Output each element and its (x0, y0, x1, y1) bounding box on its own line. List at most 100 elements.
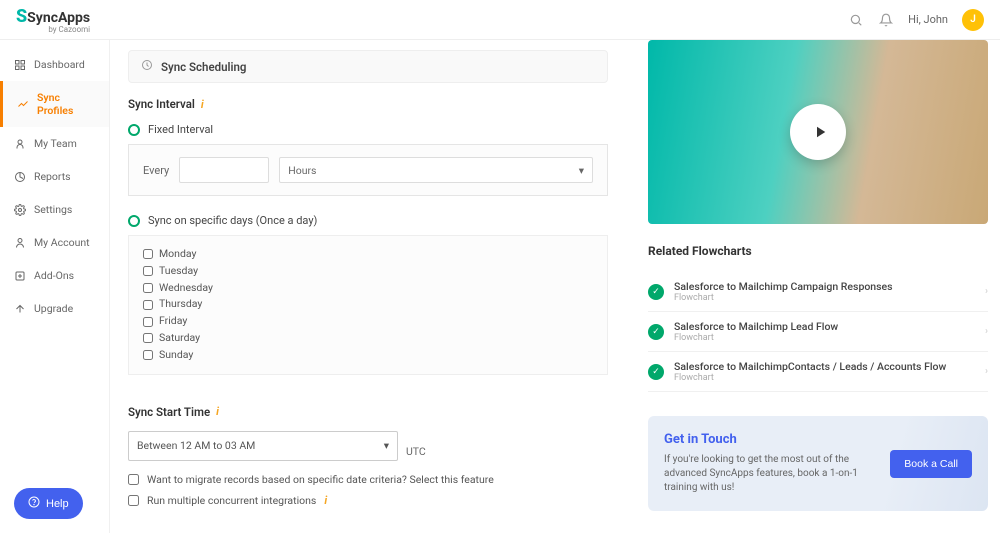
flowchart-sub: Flowchart (674, 333, 975, 343)
touch-body: If you're looking to get the most out of… (664, 453, 878, 495)
info-icon[interactable]: i (216, 405, 219, 418)
search-icon[interactable] (848, 12, 864, 28)
radio-circle-icon (128, 124, 140, 136)
logo-text: SyncApps (27, 10, 90, 26)
radio-label: Sync on specific days (Once a day) (148, 214, 317, 227)
sidebar: Dashboard Sync Profiles My Team Reports … (0, 40, 110, 533)
sidebar-item-label: Upgrade (34, 302, 73, 315)
bell-icon[interactable] (878, 12, 894, 28)
check-icon: ✓ (648, 324, 664, 340)
sidebar-item-dashboard[interactable]: Dashboard (0, 48, 109, 81)
day-row-sunday[interactable]: Sunday (143, 347, 593, 364)
info-icon[interactable]: i (201, 98, 204, 111)
start-time-select[interactable]: Between 12 AM to 03 AM ▾ (128, 431, 398, 461)
clock-icon (141, 59, 153, 74)
help-button[interactable]: Help (14, 488, 83, 519)
help-label: Help (46, 498, 69, 510)
day-label: Saturday (159, 330, 200, 347)
day-checkbox[interactable] (143, 333, 153, 343)
utc-label: UTC (406, 445, 426, 458)
day-checkbox[interactable] (143, 350, 153, 360)
sidebar-item-label: Dashboard (34, 58, 85, 71)
dashboard-icon (14, 59, 26, 71)
sidebar-item-label: Add-Ons (34, 269, 74, 282)
migrate-checkbox-row[interactable]: Want to migrate records based on specifi… (128, 473, 608, 486)
info-icon[interactable]: i (324, 494, 327, 507)
day-row-thursday[interactable]: Thursday (143, 296, 593, 313)
settings-icon (14, 204, 26, 216)
sidebar-item-my-account[interactable]: My Account (0, 226, 109, 259)
day-label: Monday (159, 246, 196, 263)
greeting: Hi, John (908, 13, 948, 26)
flowchart-title: Salesforce to Mailchimp Lead Flow (674, 320, 975, 333)
reports-icon (14, 171, 26, 183)
days-box: Monday Tuesday Wednesday Thursday Friday… (128, 235, 608, 375)
sidebar-item-label: My Account (34, 236, 90, 249)
day-label: Sunday (159, 347, 193, 364)
radio-circle-icon (128, 215, 140, 227)
unit-select[interactable]: Hours ▾ (279, 157, 593, 183)
get-in-touch-card: Get in Touch If you're looking to get th… (648, 416, 988, 511)
day-row-monday[interactable]: Monday (143, 246, 593, 263)
sync-start-time-label: Sync Start Time (128, 405, 210, 419)
day-label: Wednesday (159, 280, 213, 297)
flowchart-item[interactable]: ✓ Salesforce to Mailchimp Lead Flow Flow… (648, 312, 988, 352)
sidebar-item-add-ons[interactable]: Add-Ons (0, 259, 109, 292)
day-label: Friday (159, 313, 187, 330)
chevron-down-icon: ▾ (579, 164, 584, 177)
sync-icon (17, 98, 29, 110)
day-label: Tuesday (159, 263, 198, 280)
sidebar-item-my-team[interactable]: My Team (0, 127, 109, 160)
related-flowcharts-title: Related Flowcharts (648, 244, 988, 258)
radio-label: Fixed Interval (148, 123, 213, 136)
sidebar-item-label: Settings (34, 203, 72, 216)
check-icon: ✓ (648, 364, 664, 380)
day-row-wednesday[interactable]: Wednesday (143, 280, 593, 297)
addons-icon (14, 270, 26, 282)
day-checkbox[interactable] (143, 300, 153, 310)
radio-specific-days[interactable]: Sync on specific days (Once a day) (128, 214, 608, 227)
sidebar-item-sync-profiles[interactable]: Sync Profiles (0, 81, 109, 127)
play-button[interactable] (790, 104, 846, 160)
concurrent-checkbox[interactable] (128, 495, 139, 506)
day-checkbox[interactable] (143, 317, 153, 327)
day-checkbox[interactable] (143, 249, 153, 259)
chevron-right-icon: › (985, 286, 988, 297)
sidebar-item-settings[interactable]: Settings (0, 193, 109, 226)
sidebar-item-label: Sync Profiles (37, 91, 95, 117)
touch-title: Get in Touch (664, 432, 878, 447)
section-header-sync-scheduling: Sync Scheduling (128, 50, 608, 83)
radio-fixed-interval[interactable]: Fixed Interval (128, 123, 608, 136)
sync-interval-label: Sync Interval (128, 97, 195, 111)
day-row-friday[interactable]: Friday (143, 313, 593, 330)
flowchart-item[interactable]: ✓ Salesforce to MailchimpContacts / Lead… (648, 352, 988, 392)
video-card[interactable] (648, 40, 988, 224)
flowchart-title: Salesforce to MailchimpContacts / Leads … (674, 360, 975, 373)
flowchart-title: Salesforce to Mailchimp Campaign Respons… (674, 280, 975, 293)
sidebar-item-label: My Team (34, 137, 77, 150)
concurrent-label: Run multiple concurrent integrations (147, 494, 316, 507)
chevron-right-icon: › (985, 326, 988, 337)
every-input[interactable] (179, 157, 269, 183)
sidebar-item-label: Reports (34, 170, 71, 183)
header: SSyncApps by Cazoomi Hi, John J (0, 0, 1000, 40)
day-row-saturday[interactable]: Saturday (143, 330, 593, 347)
interval-box: Every Hours ▾ (128, 144, 608, 196)
day-checkbox[interactable] (143, 283, 153, 293)
sidebar-item-upgrade[interactable]: Upgrade (0, 292, 109, 325)
day-checkbox[interactable] (143, 266, 153, 276)
every-label: Every (143, 164, 169, 177)
upgrade-icon (14, 303, 26, 315)
concurrent-checkbox-row[interactable]: Run multiple concurrent integrations i (128, 494, 608, 507)
sidebar-item-reports[interactable]: Reports (0, 160, 109, 193)
chevron-right-icon: › (985, 366, 988, 377)
flowchart-sub: Flowchart (674, 293, 975, 303)
day-row-tuesday[interactable]: Tuesday (143, 263, 593, 280)
avatar[interactable]: J (962, 9, 984, 31)
book-a-call-button[interactable]: Book a Call (890, 450, 972, 478)
flowchart-item[interactable]: ✓ Salesforce to Mailchimp Campaign Respo… (648, 272, 988, 312)
account-icon (14, 237, 26, 249)
check-icon: ✓ (648, 284, 664, 300)
migrate-checkbox[interactable] (128, 474, 139, 485)
logo[interactable]: SSyncApps by Cazoomi (16, 6, 90, 34)
